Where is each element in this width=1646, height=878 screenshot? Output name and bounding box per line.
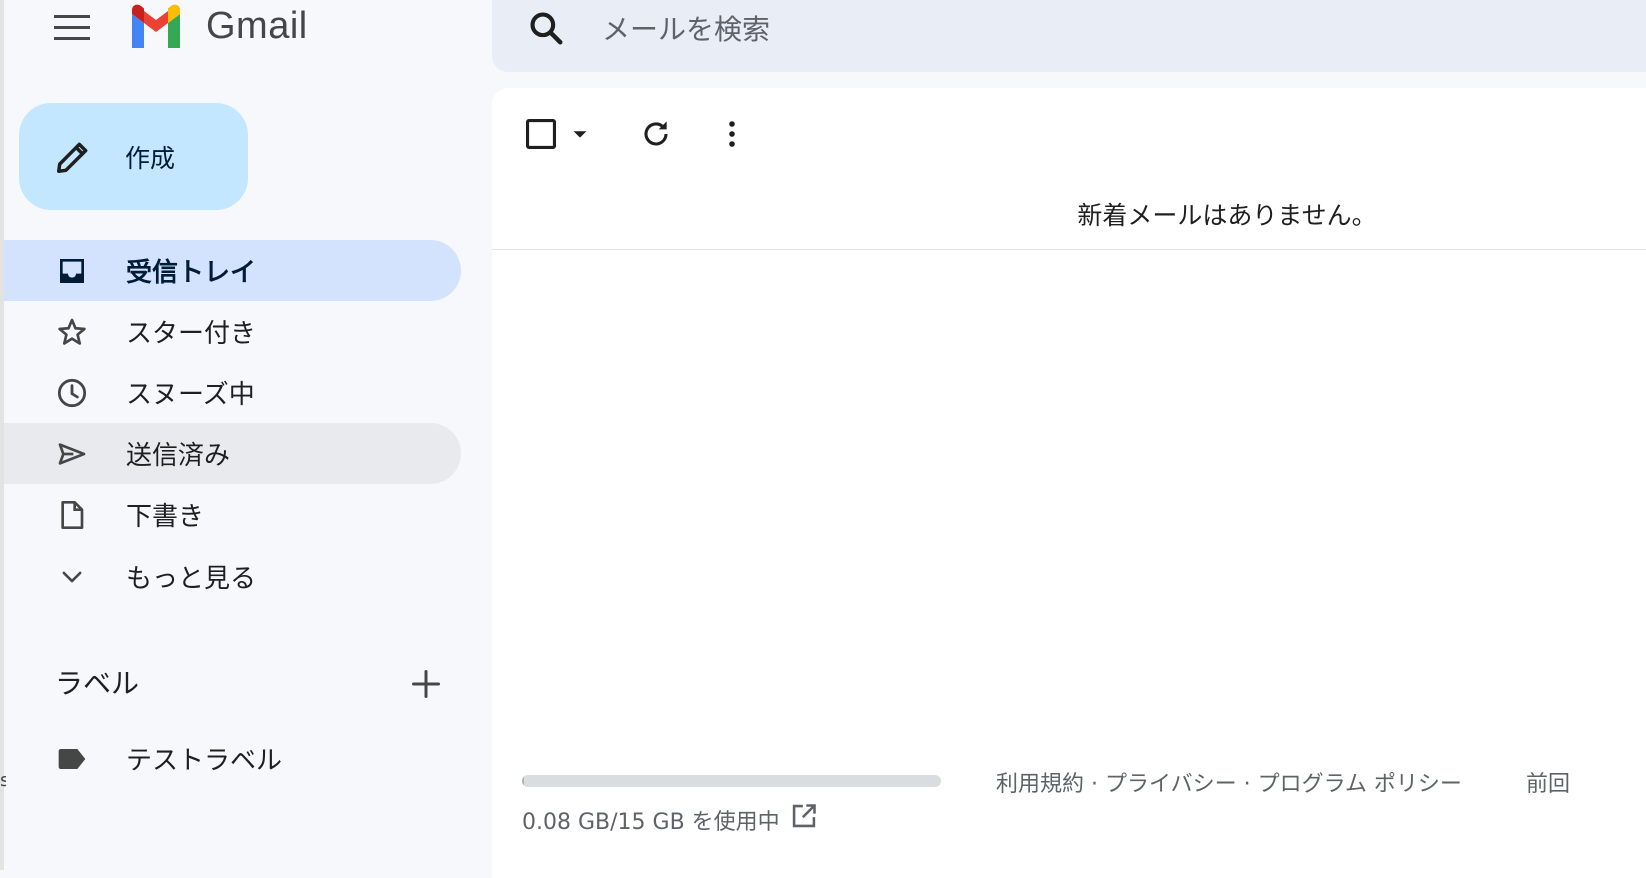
more-vert-icon <box>729 121 735 147</box>
main-menu-button[interactable] <box>52 8 92 48</box>
select-dropdown-button[interactable] <box>566 120 594 148</box>
nav-label-inbox: 受信トレイ <box>126 258 257 288</box>
storage-details-link[interactable] <box>788 800 820 832</box>
send-icon <box>54 436 90 472</box>
storage-usage-text: 0.08 GB/15 GB を使用中 <box>522 810 780 835</box>
nav-label-drafts: 下書き <box>126 502 205 532</box>
plus-icon <box>412 670 440 698</box>
star-icon <box>54 314 90 350</box>
footer-links: 利用規約 · プライバシー · プログラム ポリシー <box>996 766 1462 798</box>
search-button[interactable] <box>524 6 568 50</box>
storage-meter <box>522 775 941 787</box>
nav-item-more[interactable]: もっと見る <box>4 546 461 607</box>
label-item-label: テストラベル <box>126 746 283 776</box>
list-divider <box>492 249 1646 250</box>
gmail-m-icon <box>132 4 180 48</box>
nav-item-inbox[interactable]: 受信トレイ <box>4 240 461 301</box>
gmail-logo[interactable]: Gmail <box>128 4 308 48</box>
hamburger-icon <box>54 15 90 40</box>
refresh-icon <box>644 121 668 146</box>
nav-label-more: もっと見る <box>126 564 257 594</box>
open-in-new-icon <box>792 804 816 828</box>
program-policy-link[interactable]: プログラム ポリシー <box>1258 772 1462 797</box>
inbox-icon <box>54 253 90 289</box>
last-activity-text: 前回 <box>1526 772 1571 797</box>
nav-item-sent[interactable]: 送信済み <box>4 423 461 484</box>
select-all-checkbox[interactable] <box>522 115 560 153</box>
footer-separator: · <box>1243 772 1251 797</box>
dropdown-arrow-icon <box>573 131 587 138</box>
compose-label: 作成 <box>125 143 176 173</box>
terms-link[interactable]: 利用規約 <box>996 772 1084 797</box>
draft-icon <box>54 497 90 533</box>
nav-item-snoozed[interactable]: スヌーズ中 <box>4 362 461 423</box>
search-icon <box>530 12 563 45</box>
label-item-test[interactable]: テストラベル <box>4 728 461 789</box>
more-options-button[interactable] <box>714 114 750 154</box>
privacy-link[interactable]: プライバシー <box>1105 772 1237 797</box>
pencil-icon <box>53 137 93 177</box>
empty-inbox-message: 新着メールはありません。 <box>1077 201 1377 230</box>
search-input[interactable] <box>600 8 1504 50</box>
clock-icon <box>54 375 90 411</box>
nav-item-starred[interactable]: スター付き <box>4 301 461 362</box>
chevron-down-icon <box>54 559 90 595</box>
labels-heading: ラベル <box>55 667 140 700</box>
compose-button[interactable]: 作成 <box>19 103 248 210</box>
gmail-wordmark: Gmail <box>206 4 308 47</box>
nav-label-sent: 送信済み <box>126 441 231 471</box>
nav-label-snoozed: スヌーズ中 <box>126 380 255 410</box>
label-icon <box>54 741 90 777</box>
footer-separator: · <box>1091 772 1099 797</box>
create-label-button[interactable] <box>404 662 448 706</box>
nav-item-drafts[interactable]: 下書き <box>4 484 461 545</box>
checkbox-icon <box>525 118 557 150</box>
nav-label-starred: スター付き <box>126 319 257 349</box>
refresh-button[interactable] <box>636 114 676 154</box>
